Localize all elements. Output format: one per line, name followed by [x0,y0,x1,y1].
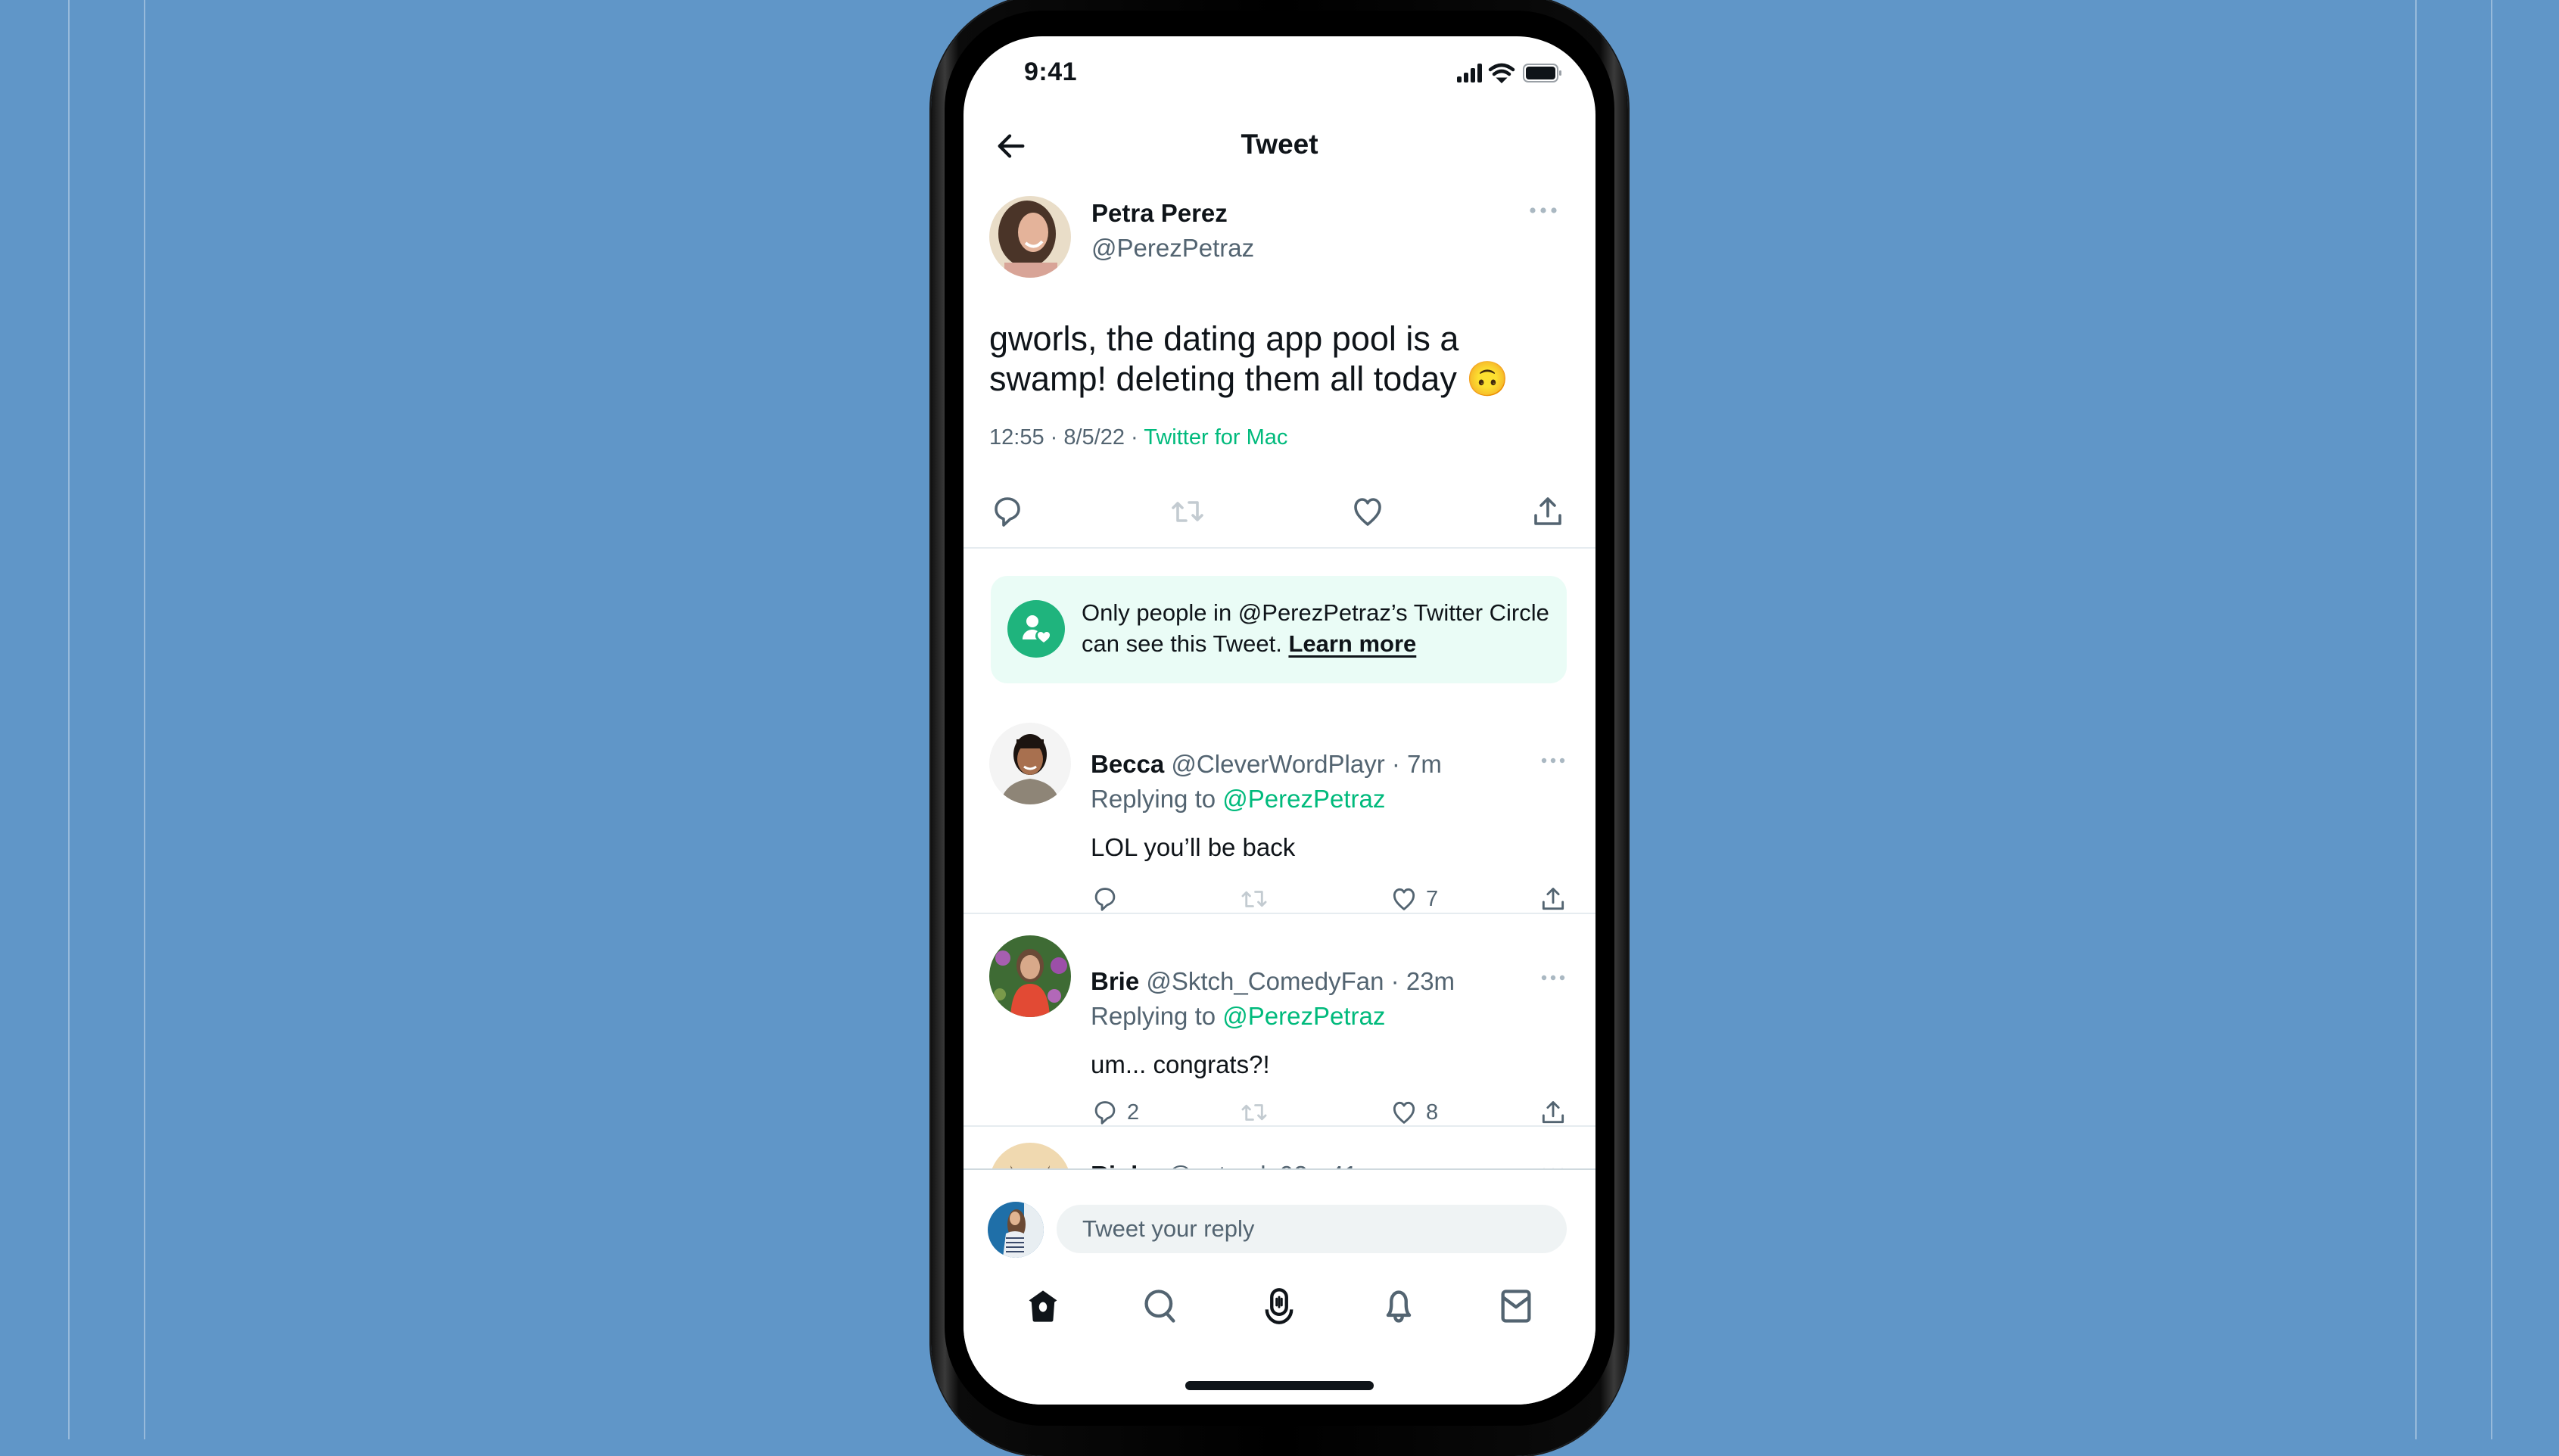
reply-avatar[interactable] [989,935,1071,1017]
learn-more-link[interactable]: Learn more [1288,630,1416,657]
tweet-date: 8/5/22 [1063,425,1125,450]
reply-button[interactable]: 2 [1091,1097,1139,1128]
background-guide-line [2415,0,2417,1439]
author-avatar[interactable] [989,196,1071,278]
author-handle[interactable]: @PerezPetraz [1091,234,1254,263]
like-button[interactable]: 7 [1390,884,1438,914]
avatar-photo [988,1202,1044,1258]
replying-to: Replying to @PerezPetraz [1091,785,1386,813]
status-icons [1457,63,1561,84]
share-icon [1542,1101,1564,1124]
divider [964,1168,1595,1170]
reply-icon [1094,888,1116,911]
phone-screen: 9:41 Tweet Petra Perez @PerezPetraz gwor… [964,36,1595,1405]
retweet-icon[interactable] [1169,493,1206,530]
twitter-circle-icon [1007,600,1065,658]
heart-icon [1393,1101,1415,1124]
more-options-icon[interactable] [1540,755,1566,766]
background-guide-line [144,0,145,1439]
battery-icon [1523,64,1561,82]
reply-text: LOL you’ll be back [1091,833,1296,861]
background-guide-line [68,0,70,1439]
tweet-time: 12:55 [989,425,1044,450]
more-options-icon[interactable] [1540,972,1566,983]
avatar-photo [989,723,1071,804]
bell-icon[interactable] [1379,1286,1418,1326]
reply-author-name[interactable]: Becca [1091,750,1164,778]
background-guide-line [2491,0,2492,1439]
divider [964,913,1595,914]
divider [964,1125,1595,1127]
reply-button[interactable] [1091,884,1127,914]
more-options-icon[interactable] [1528,204,1558,216]
reply-time: 7m [1407,750,1442,778]
reply-time: 23m [1406,967,1455,995]
retweet-button[interactable] [1240,884,1269,914]
cellular-signal-icon [1457,64,1482,82]
home-indicator[interactable] [1185,1381,1374,1390]
search-icon[interactable] [1141,1286,1180,1326]
replying-to-link[interactable]: @PerezPetraz [1222,1002,1385,1030]
retweet-button[interactable] [1240,1097,1269,1128]
reply-author-handle[interactable]: @CleverWordPlayr [1171,750,1384,778]
replying-to: Replying to @PerezPetraz [1091,1002,1386,1030]
share-icon [1542,888,1564,910]
like-count: 8 [1426,1100,1439,1125]
like-count: 7 [1426,886,1439,911]
replying-to-link[interactable]: @PerezPetraz [1222,785,1385,813]
circle-notice-text: Only people in @PerezPetraz’s Twitter Ci… [1082,599,1549,657]
tweet-actions [989,493,1567,531]
avatar-photo [989,196,1071,278]
spaces-icon[interactable] [1259,1286,1299,1326]
retweet-icon [1241,1104,1267,1121]
share-button[interactable] [1539,884,1567,914]
heart-icon [1393,888,1415,910]
reply-author-name[interactable]: Brie [1091,967,1139,995]
my-avatar[interactable] [988,1202,1044,1258]
share-button[interactable] [1539,1097,1567,1128]
author-name[interactable]: Petra Perez [1091,199,1228,228]
tweet-meta: 12:55 · 8/5/22 · Twitter for Mac [989,425,1288,450]
avatar-photo [989,935,1071,1017]
like-button[interactable]: 8 [1390,1097,1438,1128]
tweet-text: gworls, the dating app pool is a swamp! … [989,319,1509,398]
wifi-icon [1488,63,1515,84]
heart-icon[interactable] [1350,493,1386,530]
reply-icon[interactable] [989,493,1026,530]
reply-input[interactable] [1057,1205,1567,1253]
divider [964,547,1595,549]
tweet-source-link[interactable]: Twitter for Mac [1144,425,1287,450]
twitter-circle-notice: Only people in @PerezPetraz’s Twitter Ci… [991,576,1567,683]
reply-icon [1094,1101,1116,1125]
reply-author-handle[interactable]: @Sktch_ComedyFan [1146,967,1384,995]
reply-count: 2 [1127,1100,1140,1125]
page-title: Tweet [1241,129,1318,160]
reply-avatar[interactable] [989,723,1071,804]
share-icon[interactable] [1530,493,1566,530]
mail-icon[interactable] [1496,1286,1536,1326]
home-icon[interactable] [1023,1286,1063,1326]
reply-text: um... congrats?! [1091,1050,1270,1078]
retweet-icon [1241,891,1267,907]
status-time: 9:41 [1024,58,1078,86]
